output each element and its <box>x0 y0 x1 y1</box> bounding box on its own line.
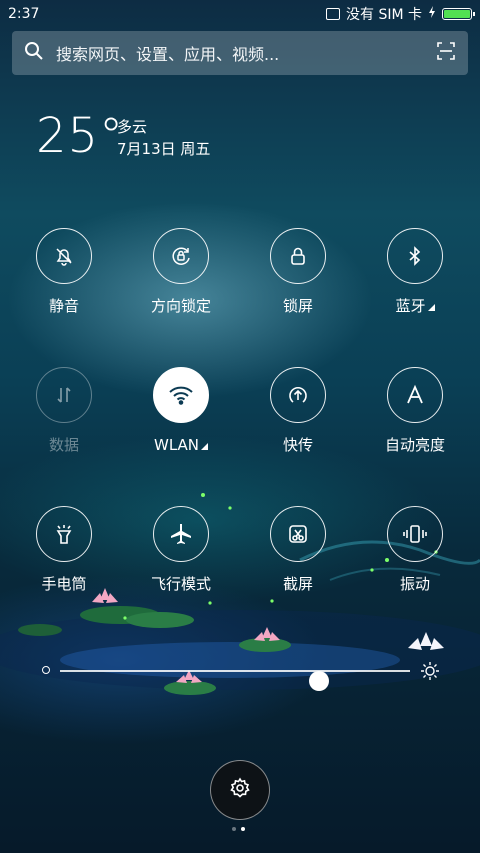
quick-transfer-icon <box>270 367 326 423</box>
brightness-low-icon <box>42 666 50 674</box>
auto-brightness-icon <box>387 367 443 423</box>
toggle-vibrate[interactable]: 振动 <box>360 506 470 594</box>
toggle-label: 蓝牙 <box>395 297 426 315</box>
vibrate-icon <box>387 506 443 562</box>
toggle-label: WLAN <box>153 436 199 454</box>
search-icon <box>24 41 44 65</box>
toggle-label: 自动亮度 <box>384 436 445 454</box>
toggle-label: 快传 <box>282 436 313 454</box>
wifi-icon <box>153 367 209 423</box>
more-options-icon <box>201 443 208 450</box>
toggle-label: 数据 <box>48 436 79 454</box>
brightness-high-icon <box>420 661 440 685</box>
toggle-label: 静音 <box>48 297 79 315</box>
toggle-rotation-lock[interactable]: 方向锁定 <box>126 228 236 316</box>
weather-widget[interactable]: 25° 多云 7月13日 周五 <box>36 108 210 164</box>
toggle-wlan[interactable]: WLAN <box>126 367 236 455</box>
lock-icon <box>270 228 326 284</box>
brightness-thumb[interactable] <box>309 671 329 691</box>
weather-condition: 多云 <box>117 118 148 136</box>
weather-date: 7月13日 周五 <box>117 140 211 158</box>
toggle-label-with-more: 蓝牙 <box>360 296 470 316</box>
bluetooth-icon <box>387 228 443 284</box>
toggle-bluetooth[interactable]: 蓝牙 <box>360 228 470 316</box>
toggle-label: 手电筒 <box>41 575 87 593</box>
page-indicator <box>232 827 245 831</box>
toggle-screenshot[interactable]: 截屏 <box>243 506 353 594</box>
toggle-label: 截屏 <box>282 575 313 593</box>
airplane-icon <box>153 506 209 562</box>
search-placeholder: 搜索网页、设置、应用、视频... <box>56 45 280 64</box>
more-options-icon <box>427 304 435 311</box>
sim-status-text: 没有 SIM 卡 <box>346 7 422 23</box>
toggle-label: 锁屏 <box>282 297 313 315</box>
screenshot-icon <box>270 506 326 562</box>
gear-icon <box>229 777 251 803</box>
settings-button[interactable] <box>210 760 270 820</box>
toggle-quick-transfer[interactable]: 快传 <box>243 367 353 455</box>
data-arrows-icon <box>36 367 92 423</box>
scan-icon[interactable] <box>436 41 456 65</box>
toggle-airplane-mode[interactable]: 飞行模式 <box>126 506 236 594</box>
brightness-slider[interactable] <box>40 660 440 691</box>
page-dot <box>232 827 236 831</box>
toggle-silent[interactable]: 静音 <box>9 228 119 316</box>
brightness-track[interactable] <box>60 670 410 691</box>
toggle-mobile-data[interactable]: 数据 <box>9 367 119 455</box>
toggle-label-with-more: WLAN <box>126 435 236 455</box>
silent-bell-icon <box>36 228 92 284</box>
rotation-lock-icon <box>153 228 209 284</box>
status-time: 2:37 <box>8 6 40 22</box>
flashlight-icon <box>36 506 92 562</box>
sim-icon <box>326 8 340 20</box>
toggle-label: 振动 <box>399 575 430 593</box>
battery-icon <box>442 8 475 20</box>
status-bar: 2:37 没有 SIM 卡 <box>0 0 480 28</box>
battery-level <box>444 10 470 18</box>
toggle-flashlight[interactable]: 手电筒 <box>9 506 119 594</box>
search-bar[interactable]: 搜索网页、设置、应用、视频... <box>12 31 468 75</box>
page-dot-active <box>241 827 245 831</box>
charging-icon <box>428 6 436 22</box>
status-icons: 没有 SIM 卡 <box>326 4 475 24</box>
toggle-label: 飞行模式 <box>150 575 211 593</box>
toggle-label: 方向锁定 <box>150 297 211 315</box>
toggle-auto-brightness[interactable]: 自动亮度 <box>360 367 470 455</box>
toggle-lock-screen[interactable]: 锁屏 <box>243 228 353 316</box>
temperature: 25° <box>36 108 125 164</box>
